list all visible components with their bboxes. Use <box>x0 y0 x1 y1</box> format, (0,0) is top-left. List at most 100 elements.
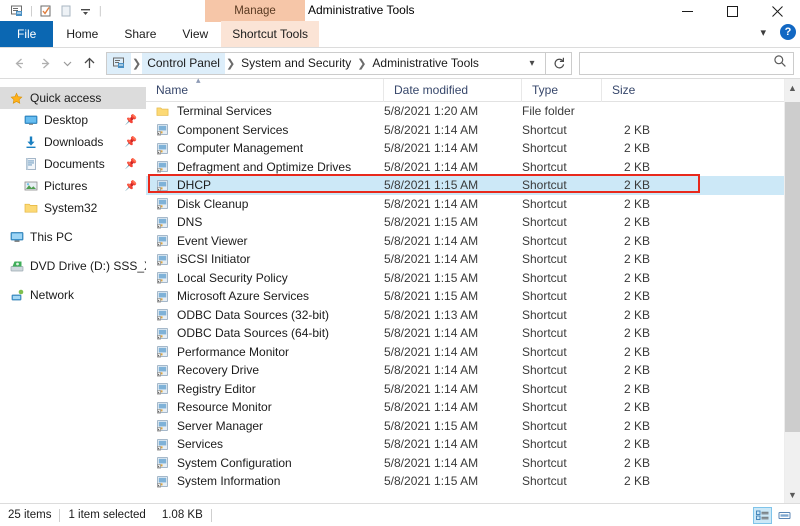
breadcrumb-separator-2[interactable]: ❯ <box>356 57 367 70</box>
cell-size: 2 KB <box>623 363 650 378</box>
folder-icon[interactable] <box>56 1 76 21</box>
vertical-scrollbar[interactable]: ▲ ▼ <box>784 79 800 503</box>
cell-name[interactable]: Disk Cleanup <box>146 197 384 211</box>
scrollbar-thumb[interactable] <box>785 102 800 432</box>
cell-name[interactable]: Local Security Policy <box>146 271 384 285</box>
table-row[interactable]: Performance Monitor 5/8/2021 1:14 AM Short… <box>146 343 784 362</box>
table-row[interactable]: ODBC Data Sources (32-bit) 5/8/2021 1:13 … <box>146 306 784 325</box>
table-row[interactable]: iSCSI Initiator 5/8/2021 1:14 AM Shortcut 2… <box>146 250 784 269</box>
search-box[interactable] <box>579 51 794 75</box>
properties-icon[interactable] <box>7 1 27 21</box>
table-row[interactable]: System Information 5/8/2021 1:15 AM Shortc… <box>146 472 784 491</box>
cell-name[interactable]: System Configuration <box>146 456 384 470</box>
large-icons-view-icon[interactable] <box>775 507 794 524</box>
column-header-name[interactable]: ▴ Name <box>146 75 384 102</box>
cell-size: 2 KB <box>623 381 650 396</box>
cell-name[interactable]: ODBC Data Sources (32-bit) <box>146 308 384 322</box>
forward-arrow-icon[interactable] <box>32 50 58 76</box>
table-row[interactable]: Server Manager 5/8/2021 1:15 AM Shortcut 2 … <box>146 417 784 436</box>
back-arrow-icon[interactable] <box>6 50 32 76</box>
new-folder-icon[interactable] <box>36 1 56 21</box>
scrollbar-track[interactable] <box>785 96 800 486</box>
sidebar-item-desktop[interactable]: Desktop 📌 <box>0 109 146 131</box>
cell-name[interactable]: Resource Monitor <box>146 400 384 414</box>
table-row[interactable]: Registry Editor 5/8/2021 1:14 AM Shortcut 2… <box>146 380 784 399</box>
chevron-down-icon[interactable]: ▾ <box>521 53 543 74</box>
tab-view[interactable]: View <box>169 21 221 47</box>
pin-icon[interactable]: 📌 <box>125 115 137 126</box>
table-row[interactable]: Microsoft Azure Services 5/8/2021 1:15 AM… <box>146 287 784 306</box>
table-row[interactable]: System Configuration 5/8/2021 1:14 AM Shor… <box>146 454 784 473</box>
table-row[interactable]: Services 5/8/2021 1:14 AM Shortcut 2 KB <box>146 435 784 454</box>
scroll-up-arrow-icon[interactable]: ▲ <box>785 79 800 96</box>
pin-icon[interactable]: 📌 <box>125 159 137 170</box>
table-row[interactable]: Computer Management 5/8/2021 1:14 AM Short… <box>146 139 784 158</box>
sidebar-item-dvd-drive[interactable]: DVD Drive (D:) SSS_X6 <box>0 255 146 277</box>
column-header-date-modified[interactable]: Date modified <box>384 78 522 102</box>
cell-name[interactable]: System Information <box>146 474 384 488</box>
tab-share[interactable]: Share <box>111 21 169 47</box>
breadcrumb-separator-0: ❯ <box>132 57 142 70</box>
cell-name[interactable]: ODBC Data Sources (64-bit) <box>146 326 384 340</box>
search-input[interactable] <box>586 56 773 70</box>
breadcrumb-item-administrative-tools[interactable]: Administrative Tools <box>367 56 484 70</box>
cell-name[interactable]: Defragment and Optimize Drives <box>146 160 384 174</box>
details-view-icon[interactable] <box>753 507 772 524</box>
sidebar-item-quick-access[interactable]: Quick access <box>0 87 146 109</box>
file-name-label: Event Viewer <box>177 233 248 248</box>
table-row[interactable]: ODBC Data Sources (64-bit) 5/8/2021 1:14 … <box>146 324 784 343</box>
cell-name[interactable]: iSCSI Initiator <box>146 252 384 266</box>
table-row[interactable]: Terminal Services 5/8/2021 1:20 AM File fo… <box>146 102 784 121</box>
cell-name[interactable]: Performance Monitor <box>146 345 384 359</box>
tab-home[interactable]: Home <box>53 21 111 47</box>
cell-name[interactable]: Server Manager <box>146 419 384 433</box>
sidebar-item-documents[interactable]: Documents 📌 <box>0 153 146 175</box>
breadcrumb-separator-1[interactable]: ❯ <box>225 57 236 70</box>
sidebar-item-system32[interactable]: System32 <box>0 197 146 219</box>
cell-name[interactable]: DNS <box>146 215 384 229</box>
pin-icon[interactable]: 📌 <box>125 137 137 148</box>
cell-date-modified: 5/8/2021 1:14 AM <box>384 252 479 267</box>
table-row[interactable]: Disk Cleanup 5/8/2021 1:14 AM Shortcut 2 KB <box>146 195 784 214</box>
cell-name[interactable]: Services <box>146 437 384 451</box>
table-row[interactable]: Local Security Policy 5/8/2021 1:15 AM Sho… <box>146 269 784 288</box>
customize-dropdown-icon[interactable] <box>76 1 96 21</box>
tab-shortcut-tools[interactable]: Shortcut Tools <box>221 21 320 47</box>
table-row[interactable]: Event Viewer 5/8/2021 1:14 AM Shortcut 2 KB <box>146 232 784 251</box>
pin-icon[interactable]: 📌 <box>125 181 137 192</box>
close-button[interactable] <box>755 0 800 22</box>
cell-name[interactable]: Component Services <box>146 123 384 137</box>
column-header-type[interactable]: Type <box>522 78 602 102</box>
cell-name[interactable]: Event Viewer <box>146 234 384 248</box>
table-row[interactable]: DHCP 5/8/2021 1:15 AM Shortcut 2 KB <box>146 176 784 195</box>
sidebar-item-this-pc[interactable]: This PC <box>0 226 146 248</box>
table-row[interactable]: Recovery Drive 5/8/2021 1:14 AM Shortcut 2 … <box>146 361 784 380</box>
chevron-down-icon[interactable]: ▾ <box>754 26 772 39</box>
refresh-icon[interactable] <box>546 51 572 75</box>
cell-name[interactable]: Terminal Services <box>146 104 384 118</box>
up-arrow-icon[interactable] <box>76 50 102 76</box>
table-row[interactable]: DNS 5/8/2021 1:15 AM Shortcut 2 KB <box>146 213 784 232</box>
maximize-button[interactable] <box>710 0 755 22</box>
cell-name[interactable]: Recovery Drive <box>146 363 384 377</box>
table-row[interactable]: Resource Monitor 5/8/2021 1:14 AM Shortcut… <box>146 398 784 417</box>
column-header-size[interactable]: Size <box>602 79 662 102</box>
table-row[interactable]: Component Services 5/8/2021 1:14 AM Shortc… <box>146 121 784 140</box>
sidebar-item-downloads[interactable]: Downloads 📌 <box>0 131 146 153</box>
cell-name[interactable]: Registry Editor <box>146 382 384 396</box>
scroll-down-arrow-icon[interactable]: ▼ <box>785 486 800 503</box>
breadcrumb[interactable]: ❯ Control Panel ❯ System and Security ❯ … <box>106 51 546 75</box>
cell-name[interactable]: Computer Management <box>146 141 384 155</box>
cell-name[interactable]: DHCP <box>146 178 384 192</box>
table-row[interactable]: Defragment and Optimize Drives 5/8/2021 1… <box>146 158 784 177</box>
recent-locations-icon[interactable] <box>58 50 76 76</box>
help-icon[interactable]: ? <box>780 24 796 40</box>
tab-file[interactable]: File <box>0 21 54 47</box>
sidebar-item-network[interactable]: Network <box>0 284 146 306</box>
cell-name[interactable]: Microsoft Azure Services <box>146 289 384 303</box>
breadcrumb-item-control-panel[interactable]: Control Panel <box>142 52 225 74</box>
sidebar-item-pictures[interactable]: Pictures 📌 <box>0 175 146 197</box>
breadcrumb-item-system-and-security[interactable]: System and Security <box>236 56 356 70</box>
search-icon[interactable] <box>773 54 787 73</box>
minimize-button[interactable] <box>665 0 710 22</box>
